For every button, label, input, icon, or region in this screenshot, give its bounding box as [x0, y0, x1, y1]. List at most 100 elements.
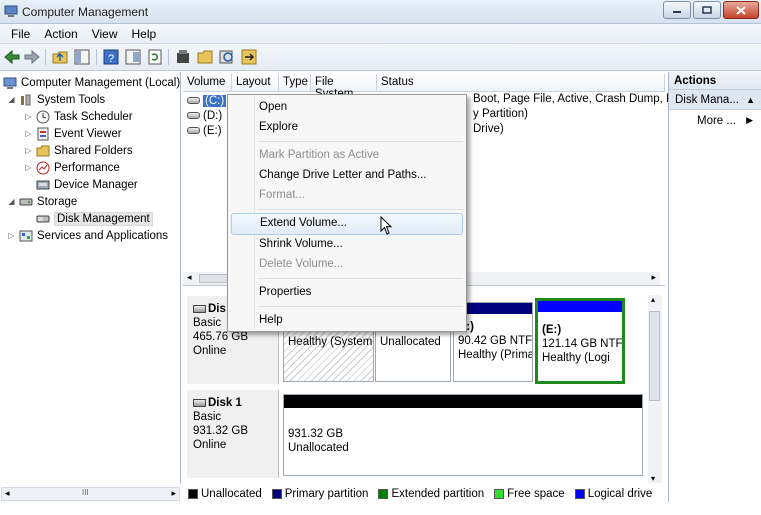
- tree-item-shared-folders[interactable]: ▷ Shared Folders: [24, 142, 132, 159]
- disk-vertical-scrollbar[interactable]: ▴ ▾: [648, 295, 662, 483]
- minimize-button[interactable]: [663, 1, 691, 19]
- expand-triangle-icon[interactable]: ▷: [24, 163, 33, 172]
- menu-item-format[interactable]: Format...: [231, 186, 463, 206]
- tree-item-storage[interactable]: ◢ Storage: [7, 193, 77, 210]
- disk-management-icon: [36, 215, 50, 222]
- collapse-triangle-icon[interactable]: ◢: [7, 95, 16, 104]
- volume-row-d[interactable]: (D:): [187, 108, 222, 123]
- partition-disk1-unallocated[interactable]: 931.32 GB Unallocated: [283, 394, 643, 476]
- tree-item-task-scheduler[interactable]: ▷ Task Scheduler: [24, 108, 133, 125]
- tree-item-event-viewer[interactable]: ▷ Event Viewer: [24, 125, 122, 142]
- menu-item-open[interactable]: Open: [231, 98, 463, 118]
- services-icon: [19, 230, 33, 241]
- scroll-down-arrow-icon[interactable]: ▾: [651, 474, 655, 483]
- system-tools-icon: [21, 94, 31, 105]
- volume-status: Boot, Page File, Active, Crash Dump, P: [473, 93, 674, 105]
- window-title: Computer Management: [22, 5, 149, 19]
- properties-icon[interactable]: [124, 48, 142, 66]
- menu-bar: File Action View Help: [0, 24, 761, 44]
- volume-status: Drive): [473, 123, 504, 135]
- device-manager-icon: [36, 180, 50, 189]
- legend-logical-drive: Logical drive: [574, 488, 652, 500]
- menu-item-help[interactable]: Help: [231, 311, 463, 331]
- up-folder-icon[interactable]: [51, 48, 69, 66]
- tree-item-disk-management[interactable]: Disk Management: [36, 210, 153, 227]
- actions-header: Actions: [669, 72, 761, 90]
- column-file-system[interactable]: File System: [311, 74, 377, 100]
- column-type[interactable]: Type: [279, 74, 311, 92]
- back-arrow-icon[interactable]: [3, 48, 21, 66]
- computer-management-icon: [4, 5, 18, 17]
- tree-item-services-and-applications[interactable]: ▷ Services and Applications: [7, 227, 168, 244]
- computer-icon: [3, 77, 17, 89]
- event-viewer-icon: [37, 127, 49, 140]
- column-volume[interactable]: Volume: [183, 74, 232, 92]
- close-button[interactable]: [723, 1, 759, 19]
- actions-pane: Actions Disk Mana... ▲ More ... ▶: [668, 72, 761, 502]
- menu-item-shrink-volume[interactable]: Shrink Volume...: [231, 235, 463, 255]
- open-folder-icon[interactable]: [196, 48, 214, 66]
- expand-triangle-icon[interactable]: ▷: [24, 129, 33, 138]
- minimize-icon: [673, 11, 681, 13]
- tree-item-performance[interactable]: ▷ Performance: [24, 159, 120, 176]
- scroll-grip-icon[interactable]: III: [82, 488, 89, 497]
- partition-e[interactable]: (E:) 121.14 GB NTF Healthy (Logi: [535, 298, 625, 384]
- maximize-icon: [702, 6, 712, 14]
- scroll-right-arrow-icon[interactable]: ▸: [171, 488, 176, 499]
- expand-triangle-icon[interactable]: ▷: [24, 146, 33, 155]
- menu-view[interactable]: View: [85, 27, 125, 41]
- close-icon: [736, 5, 746, 15]
- menu-item-delete-volume[interactable]: Delete Volume...: [231, 255, 463, 275]
- volume-row-c[interactable]: (C:): [187, 93, 227, 108]
- settings-icon[interactable]: [174, 48, 192, 66]
- drive-icon: [187, 127, 200, 134]
- menu-item-mark-partition-active[interactable]: Mark Partition as Active: [231, 146, 463, 166]
- menu-help[interactable]: Help: [125, 27, 164, 41]
- scroll-left-arrow-icon[interactable]: ◂: [187, 272, 192, 283]
- show-hide-tree-icon[interactable]: [73, 48, 91, 66]
- navigation-tree: Computer Management (Local) ◢ System Too…: [0, 72, 181, 484]
- tree-item-device-manager[interactable]: Device Manager: [36, 176, 138, 193]
- performance-icon: [36, 161, 50, 174]
- submenu-arrow-icon: ▶: [746, 115, 753, 125]
- refresh-icon[interactable]: [146, 48, 164, 66]
- collapse-up-icon[interactable]: ▲: [746, 95, 755, 105]
- expand-triangle-icon[interactable]: ▷: [7, 231, 16, 240]
- forward-arrow-icon[interactable]: [23, 48, 41, 66]
- menu-action[interactable]: Action: [37, 27, 84, 41]
- menu-file[interactable]: File: [4, 27, 37, 41]
- svg-text:?: ?: [108, 53, 114, 65]
- actions-disk-management[interactable]: Disk Mana... ▲: [669, 90, 761, 110]
- shared-folder-icon: [36, 145, 50, 156]
- menu-item-change-drive-letter[interactable]: Change Drive Letter and Paths...: [231, 166, 463, 186]
- drive-icon: [187, 97, 200, 104]
- export-icon[interactable]: [240, 48, 258, 66]
- expand-triangle-icon[interactable]: ▷: [24, 112, 33, 121]
- scroll-right-arrow-icon[interactable]: ▸: [651, 272, 656, 283]
- column-status[interactable]: Status: [377, 74, 665, 92]
- scroll-thumb[interactable]: [649, 311, 660, 401]
- help-icon[interactable]: ?: [102, 48, 120, 66]
- menu-item-extend-volume[interactable]: Extend Volume...: [231, 213, 463, 235]
- tree-item-computer-management[interactable]: Computer Management (Local): [3, 74, 180, 91]
- title-bar: Computer Management: [0, 0, 761, 24]
- scroll-left-arrow-icon[interactable]: ◂: [5, 488, 10, 499]
- menu-item-properties[interactable]: Properties: [231, 283, 463, 303]
- legend-extended-partition: Extended partition: [378, 488, 484, 500]
- legend-free-space: Free space: [494, 488, 565, 500]
- actions-more[interactable]: More ... ▶: [669, 110, 761, 127]
- toolbar: ?: [0, 44, 761, 71]
- context-menu: Open Explore Mark Partition as Active Ch…: [227, 94, 467, 332]
- tree-item-system-tools[interactable]: ◢ System Tools: [7, 91, 105, 108]
- disk-1-info[interactable]: Disk 1 Basic 931.32 GB Online: [187, 390, 279, 478]
- disk-legend: Unallocated Primary partition Extended p…: [186, 486, 666, 501]
- volume-row-e[interactable]: (E:): [187, 123, 222, 138]
- column-layout[interactable]: Layout: [232, 74, 279, 92]
- collapse-triangle-icon[interactable]: ◢: [7, 197, 16, 206]
- tree-horizontal-scrollbar[interactable]: ◂ III ▸: [1, 487, 180, 501]
- mouse-cursor-icon: [380, 216, 393, 235]
- scroll-up-arrow-icon[interactable]: ▴: [651, 295, 655, 304]
- menu-item-explore[interactable]: Explore: [231, 118, 463, 138]
- maximize-button[interactable]: [693, 1, 721, 19]
- search-disk-icon[interactable]: [218, 48, 236, 66]
